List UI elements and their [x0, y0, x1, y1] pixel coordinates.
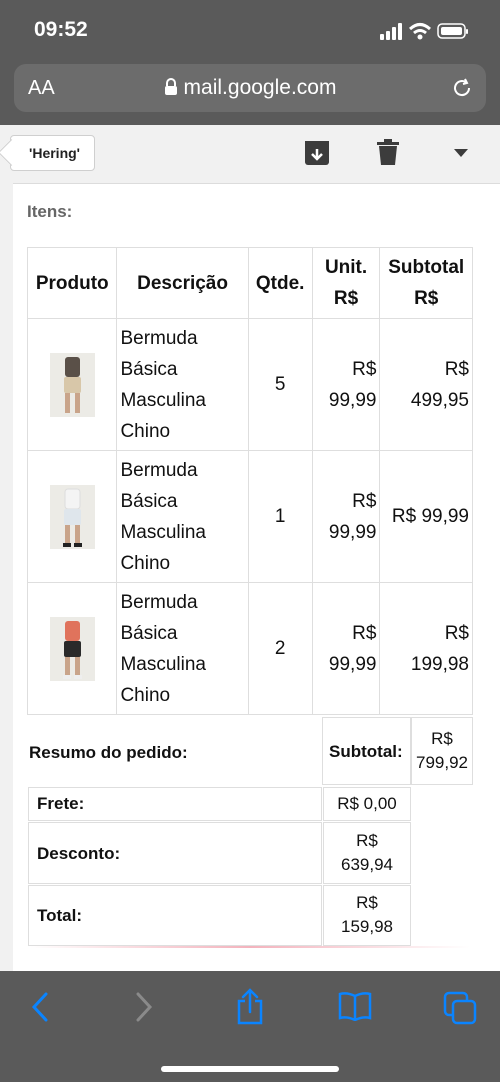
- forward-arrow-icon[interactable]: [134, 991, 154, 1023]
- freight-label-cell: Frete:: [28, 787, 322, 821]
- table-header-row: Produto Descrição Qtde. Unit. R$ Subtota…: [26, 247, 473, 319]
- header-product: Produto: [26, 247, 118, 319]
- table-row: Bermuda Básica Masculina Chino 2 R$ 99,9…: [26, 582, 473, 715]
- archive-icon[interactable]: [304, 139, 330, 167]
- status-bar: 09:52: [0, 0, 500, 62]
- header-description: Descrição: [116, 247, 249, 319]
- lock-icon: [164, 78, 177, 95]
- header-unit: Unit. R$: [311, 247, 381, 319]
- product-photo-icon: [49, 484, 95, 549]
- product-unit-price: R$ 99,99: [311, 318, 381, 451]
- product-qty: 2: [247, 582, 313, 715]
- freight-value-cell: R$ 0,00: [323, 787, 411, 821]
- product-photo-icon: [49, 352, 95, 417]
- reload-icon[interactable]: [450, 76, 474, 100]
- tabs-icon[interactable]: [443, 991, 477, 1025]
- freight-label: Frete:: [37, 794, 85, 813]
- signal-wifi-battery-icon: [380, 23, 468, 40]
- subtotal-value: R$ 799,92: [416, 729, 468, 772]
- product-qty: 1: [247, 450, 313, 583]
- url-display[interactable]: mail.google.com: [14, 76, 486, 100]
- table-row: Bermuda Básica Masculina Chino 1 R$ 99,9…: [26, 450, 473, 583]
- product-image-cell: [26, 318, 118, 451]
- product-image[interactable]: [49, 484, 95, 549]
- product-description: Bermuda Básica Masculina Chino: [116, 450, 249, 583]
- product-subtotal: R$ 99,99: [379, 450, 473, 583]
- bookmarks-icon[interactable]: [338, 991, 372, 1021]
- freight-value: R$ 0,00: [337, 794, 397, 813]
- product-description: Bermuda Básica Masculina Chino: [116, 582, 249, 715]
- content-gutter: [0, 183, 13, 971]
- product-image[interactable]: [49, 616, 95, 681]
- discount-value: R$ 639,94: [341, 831, 393, 874]
- items-table: Produto Descrição Qtde. Unit. R$ Subtota…: [26, 247, 473, 715]
- trash-icon[interactable]: [377, 139, 399, 167]
- share-icon[interactable]: [235, 988, 265, 1026]
- home-indicator[interactable]: [161, 1066, 339, 1072]
- product-unit-price: R$ 99,99: [311, 450, 381, 583]
- product-photo-icon: [49, 616, 95, 681]
- product-description: Bermuda Básica Masculina Chino: [116, 318, 249, 451]
- header-subtotal: Subtotal R$: [379, 247, 473, 319]
- product-subtotal: R$ 499,95: [379, 318, 473, 451]
- subtotal-label: Subtotal:: [329, 742, 403, 761]
- product-image[interactable]: [49, 352, 95, 417]
- total-label-cell: Total:: [28, 885, 322, 946]
- mail-toolbar: 'Hering': [0, 125, 500, 184]
- product-image-cell: [26, 450, 118, 583]
- total-value: R$ 159,98: [341, 893, 393, 936]
- divider: [30, 946, 470, 948]
- subtotal-value-cell: R$ 799,92: [411, 717, 473, 785]
- back-arrow-icon[interactable]: [30, 991, 50, 1023]
- product-image-cell: [26, 582, 118, 715]
- subtotal-label-cell: Subtotal:: [322, 717, 411, 785]
- discount-label: Desconto:: [37, 844, 121, 863]
- discount-label-cell: Desconto:: [28, 822, 322, 884]
- discount-value-cell: R$ 639,94: [323, 822, 411, 884]
- total-value-cell: R$ 159,98: [323, 885, 411, 946]
- url-text: mail.google.com: [183, 76, 337, 99]
- order-summary-title: Resumo do pedido:: [29, 743, 188, 762]
- more-dropdown-icon[interactable]: [454, 149, 468, 157]
- product-unit-price: R$ 99,99: [311, 582, 381, 715]
- table-row: Bermuda Básica Masculina Chino 5 R$ 99,9…: [26, 318, 473, 451]
- product-subtotal: R$ 199,98: [379, 582, 473, 715]
- status-time: 09:52: [34, 18, 88, 41]
- back-to-label-button[interactable]: 'Hering': [10, 135, 95, 171]
- status-icons: [380, 20, 470, 42]
- total-label: Total:: [37, 906, 83, 925]
- product-qty: 5: [247, 318, 313, 451]
- header-qty: Qtde.: [247, 247, 313, 319]
- address-bar[interactable]: AA mail.google.com: [14, 64, 486, 112]
- items-section-label: Itens:: [27, 202, 73, 221]
